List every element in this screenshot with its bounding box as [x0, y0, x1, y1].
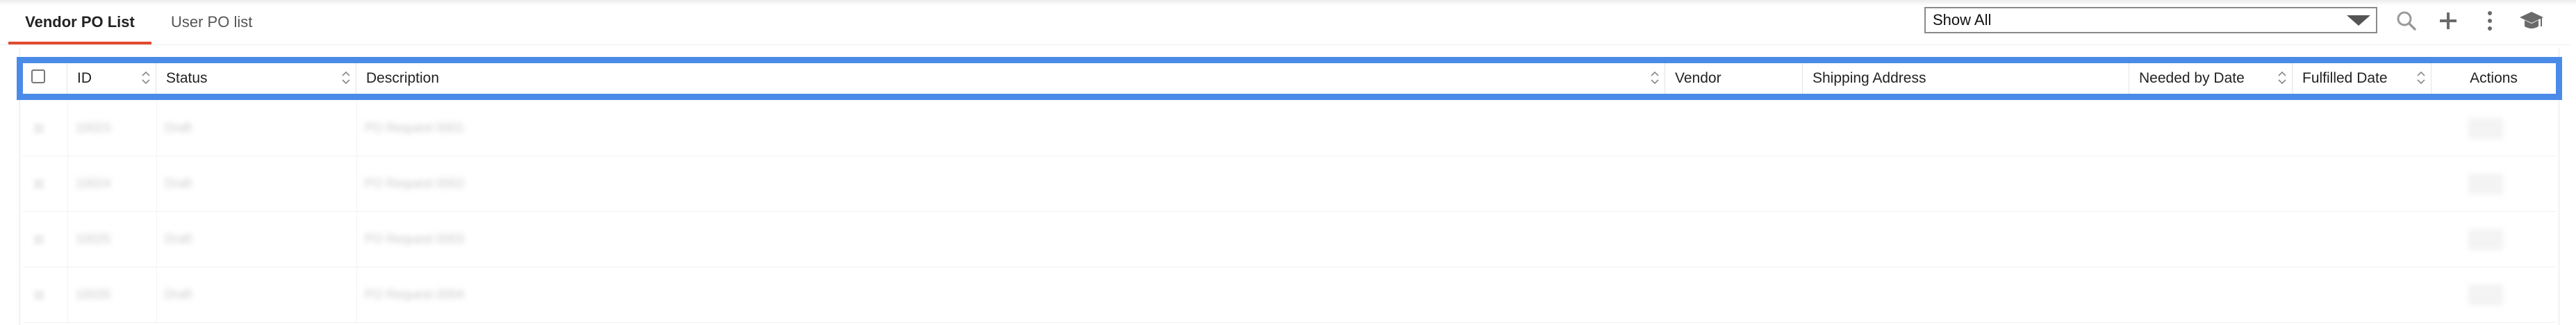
row-action-button[interactable] — [2468, 285, 2503, 306]
tab-vendor-po-list[interactable]: Vendor PO List — [8, 0, 151, 44]
column-divider — [156, 267, 157, 322]
row-action-button[interactable] — [2468, 118, 2503, 139]
cell-status: Draft — [165, 232, 192, 246]
row-checkbox[interactable] — [34, 124, 44, 133]
column-header-id[interactable]: ID — [67, 63, 156, 94]
column-header-fulfilled-date[interactable]: Fulfilled Date — [2293, 63, 2431, 94]
column-label: Vendor — [1675, 70, 1722, 86]
column-header-shipping-address: Shipping Address — [1803, 63, 2129, 94]
top-shadow — [0, 0, 2576, 6]
select-all-checkbox[interactable] — [31, 69, 45, 83]
plus-icon[interactable] — [2434, 7, 2462, 35]
filter-select-value: Show All — [1933, 11, 1992, 28]
filter-select[interactable]: Show All — [1924, 7, 2377, 33]
column-divider — [67, 100, 68, 156]
column-divider — [67, 267, 68, 322]
cell-id: 10026 — [76, 288, 111, 301]
column-divider — [67, 156, 68, 211]
tab-user-po-list[interactable]: User PO list — [171, 0, 252, 42]
chevron-down-icon — [2347, 15, 2370, 26]
column-divider — [156, 100, 157, 156]
column-label: Status — [166, 70, 208, 86]
table-row[interactable]: 10024 Draft PO Request 0002 — [23, 156, 2556, 212]
column-label: ID — [77, 70, 92, 86]
column-label: Needed by Date — [2139, 70, 2245, 86]
row-checkbox[interactable] — [34, 290, 44, 300]
header-select-all — [23, 63, 67, 94]
row-checkbox[interactable] — [34, 179, 44, 189]
column-divider — [356, 156, 357, 211]
cell-status: Draft — [165, 288, 192, 301]
column-header-description[interactable]: Description — [356, 63, 1665, 94]
column-label: Fulfilled Date — [2302, 70, 2388, 86]
column-divider — [67, 211, 68, 267]
graduation-cap-icon[interactable] — [2518, 7, 2545, 35]
row-action-button[interactable] — [2468, 229, 2503, 250]
column-header-status[interactable]: Status — [156, 63, 356, 94]
table-header: ID Status Description Vendor Shipping Ad… — [23, 63, 2556, 94]
table-row[interactable]: 10025 Draft PO Request 0003 — [23, 211, 2556, 267]
cell-description: PO Request 0003 — [365, 232, 465, 246]
cell-id: 10023 — [76, 121, 111, 135]
cell-description: PO Request 0004 — [365, 288, 465, 301]
table-row[interactable]: 10023 Draft PO Request 0001 — [23, 100, 2556, 156]
cell-status: Draft — [165, 121, 192, 135]
more-vertical-icon[interactable] — [2476, 7, 2504, 35]
column-divider — [156, 156, 157, 211]
column-header-vendor: Vendor — [1665, 63, 1803, 94]
sort-icon[interactable] — [1651, 70, 1659, 85]
column-label: Shipping Address — [1813, 70, 1926, 86]
column-divider — [356, 267, 357, 322]
tab-divider — [0, 44, 2570, 45]
sort-icon[interactable] — [2417, 70, 2425, 85]
column-divider — [156, 211, 157, 267]
table-row[interactable]: 10026 Draft PO Request 0004 — [23, 267, 2556, 323]
cell-id: 10024 — [76, 176, 111, 190]
sort-icon[interactable] — [342, 70, 350, 85]
search-icon[interactable] — [2393, 7, 2420, 35]
column-label: Actions — [2470, 70, 2518, 86]
column-label: Description — [366, 70, 440, 86]
sort-icon[interactable] — [142, 70, 150, 85]
row-checkbox[interactable] — [34, 235, 44, 244]
tab-bar: Vendor PO List User PO list — [0, 0, 278, 44]
column-divider — [356, 211, 357, 267]
column-divider — [356, 100, 357, 156]
cell-id: 10025 — [76, 232, 111, 246]
cell-description: PO Request 0001 — [365, 121, 465, 135]
cell-status: Draft — [165, 176, 192, 190]
column-header-actions: Actions — [2431, 63, 2556, 94]
sort-icon[interactable] — [2278, 70, 2286, 85]
cell-description: PO Request 0002 — [365, 176, 465, 190]
row-action-button[interactable] — [2468, 174, 2503, 194]
column-header-needed-by-date[interactable]: Needed by Date — [2129, 63, 2293, 94]
